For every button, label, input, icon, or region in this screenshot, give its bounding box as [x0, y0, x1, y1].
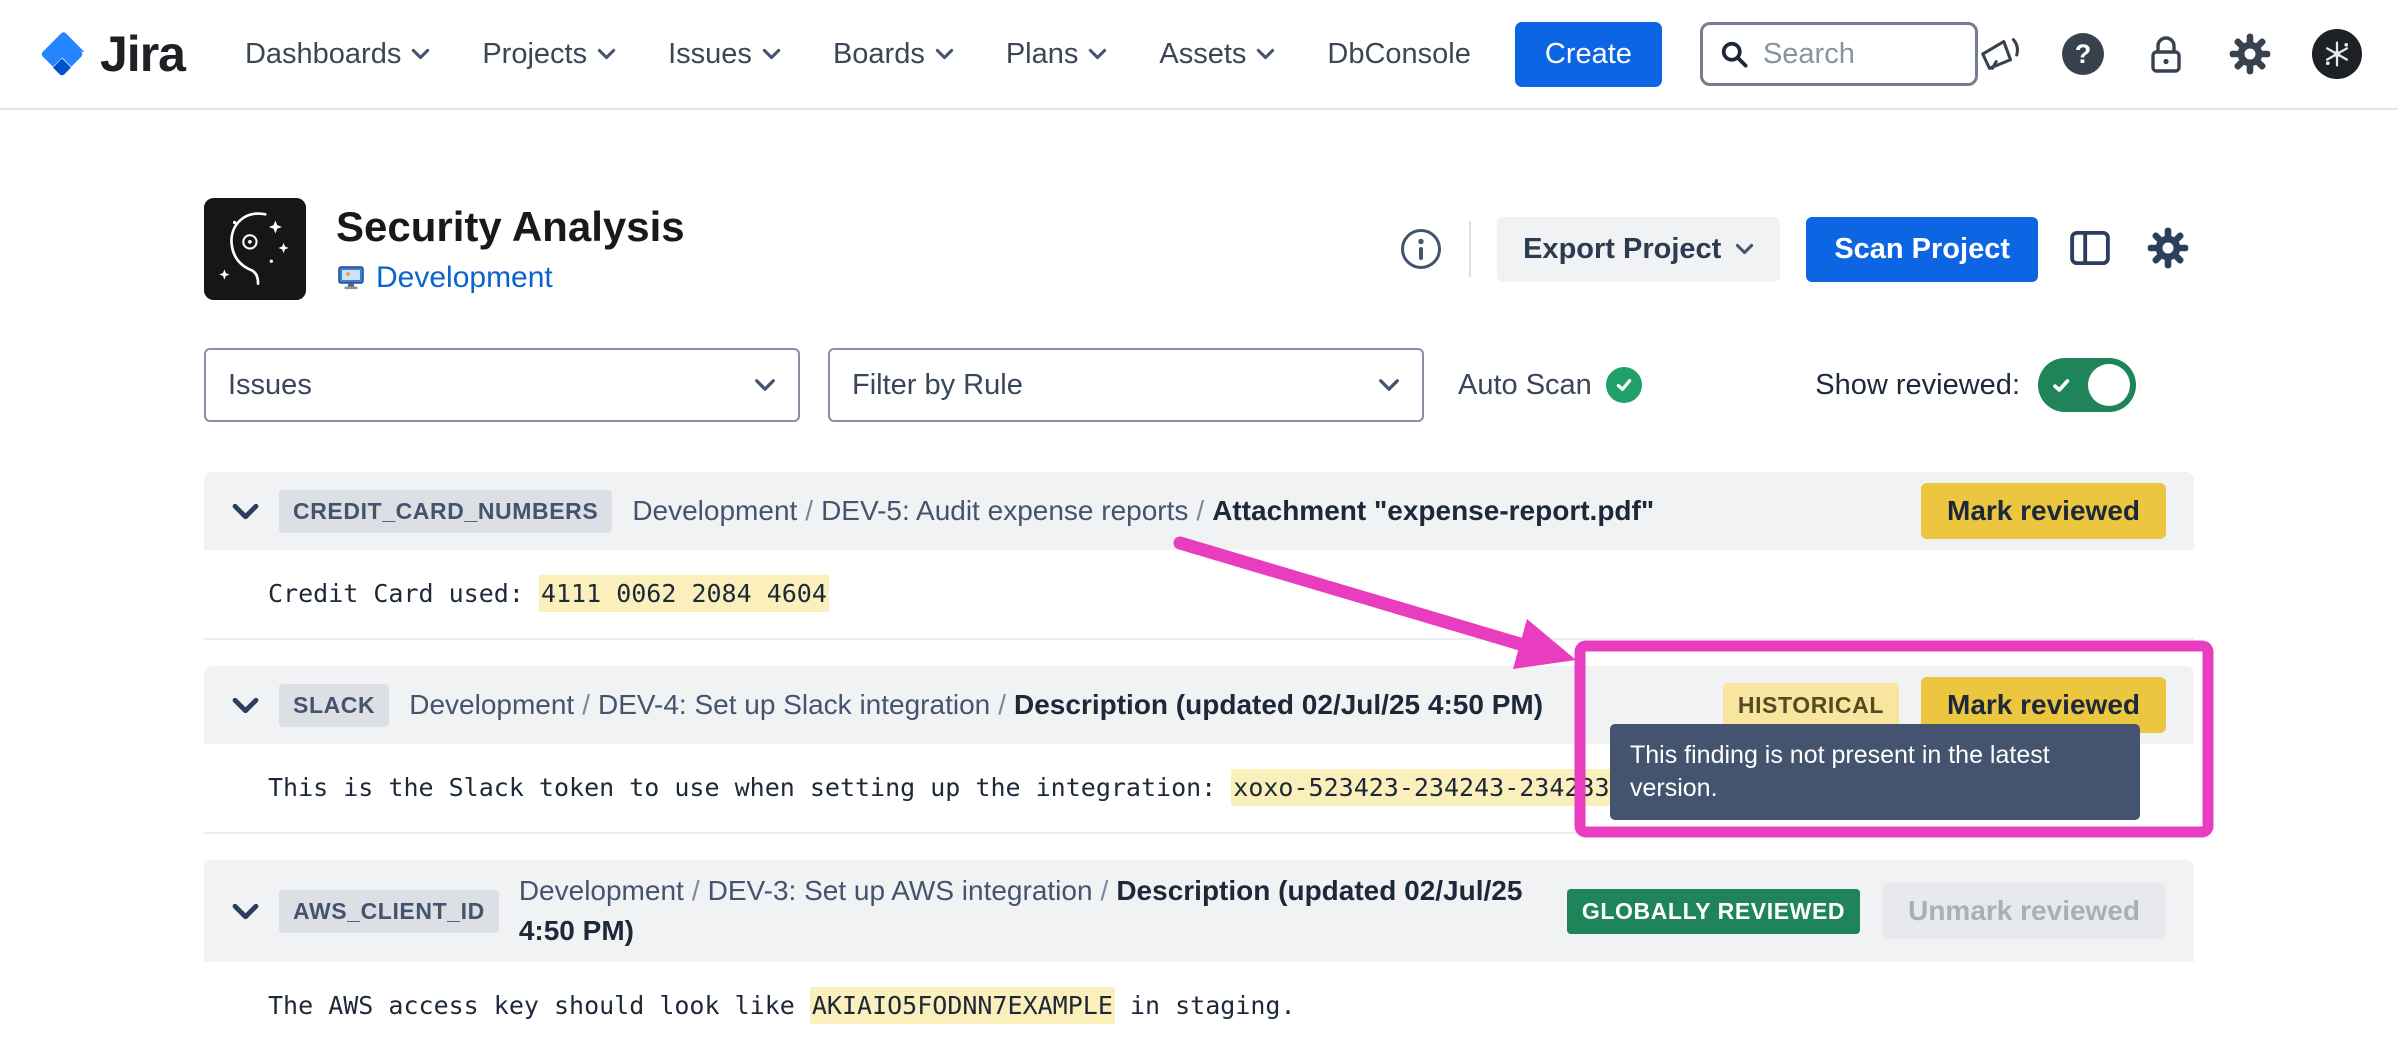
lock-icon[interactable] — [2144, 32, 2188, 76]
show-reviewed-control: Show reviewed: — [1815, 358, 2194, 412]
chevron-down-icon — [754, 378, 776, 392]
help-icon[interactable]: ? — [2062, 33, 2104, 75]
project-meta: Security Analysis Development — [336, 203, 685, 295]
finding-header: CREDIT_CARD_NUMBERS Development/DEV-5: A… — [204, 472, 2194, 550]
jira-logo-icon — [36, 28, 88, 80]
breadcrumb-project[interactable]: Development — [409, 689, 574, 720]
secret-highlight: 4111 0062 2084 4604 — [539, 575, 829, 612]
nav-item-boards[interactable]: Boards — [833, 38, 954, 71]
chevron-down-icon — [1735, 243, 1754, 255]
announcements-icon[interactable] — [1978, 32, 2022, 76]
collapse-chevron-icon[interactable] — [232, 697, 259, 714]
topbar: Jira Dashboards Projects Issues Boards P… — [0, 0, 2398, 110]
project-avatar — [204, 198, 306, 300]
auto-scan-check-icon — [1606, 367, 1642, 403]
rule-filter-select[interactable]: Filter by Rule — [828, 348, 1424, 422]
avatar-pattern-icon — [2320, 37, 2354, 71]
show-reviewed-label: Show reviewed: — [1815, 369, 2020, 402]
finding-group-aws: AWS_CLIENT_ID Development/DEV-3: Set up … — [204, 860, 2194, 1038]
breadcrumb-issue[interactable]: DEV-5: Audit expense reports — [821, 495, 1188, 526]
rule-badge: SLACK — [279, 684, 389, 727]
chevron-down-icon — [762, 48, 781, 60]
header-actions: Export Project Scan Project — [1399, 217, 2194, 282]
chevron-down-icon — [1256, 48, 1275, 60]
details-panel-button[interactable] — [2064, 222, 2116, 277]
nav-item-plans[interactable]: Plans — [1006, 38, 1108, 71]
secret-highlight: xoxo-523423-234243-234233-e — [1231, 769, 1641, 806]
project-link[interactable]: Development — [376, 261, 553, 295]
nav-item-dbconsole[interactable]: DbConsole — [1327, 38, 1470, 71]
toggle-knob — [2088, 364, 2130, 406]
mark-reviewed-button[interactable]: Mark reviewed — [1921, 483, 2166, 539]
board-settings-button[interactable] — [2142, 222, 2194, 277]
info-icon[interactable] — [1399, 227, 1443, 271]
finding-content: The AWS access key should look like AKIA… — [204, 962, 2194, 1038]
historical-badge: HISTORICAL — [1723, 683, 1899, 728]
collapse-chevron-icon[interactable] — [232, 503, 259, 520]
chevron-down-icon — [411, 48, 430, 60]
scan-project-button[interactable]: Scan Project — [1806, 217, 2038, 282]
gear-icon — [2146, 226, 2190, 270]
chevron-down-icon — [597, 48, 616, 60]
breadcrumb-issue[interactable]: DEV-4: Set up Slack integration — [598, 689, 990, 720]
collapse-chevron-icon[interactable] — [232, 903, 259, 920]
search-input[interactable] — [1761, 37, 1959, 72]
main-nav: Dashboards Projects Issues Boards Plans … — [245, 38, 1471, 71]
historical-tooltip: This finding is not present in the lates… — [1610, 724, 2140, 820]
breadcrumb-location: Description (updated 02/Jul/25 4:50 PM) — [1014, 689, 1543, 720]
nav-item-projects[interactable]: Projects — [482, 38, 616, 71]
rule-badge: AWS_CLIENT_ID — [279, 890, 499, 933]
chevron-down-icon — [1088, 48, 1107, 60]
auto-scan-status[interactable]: Auto Scan — [1458, 367, 1642, 403]
breadcrumb: Development/DEV-3: Set up AWS integratio… — [519, 871, 1547, 951]
user-avatar[interactable] — [2312, 29, 2362, 79]
topbar-icons: ? — [1978, 29, 2362, 79]
project-icon — [336, 263, 366, 293]
jira-logo[interactable]: Jira — [36, 25, 185, 83]
finding-header: AWS_CLIENT_ID Development/DEV-3: Set up … — [204, 860, 2194, 962]
breadcrumb-project[interactable]: Development — [519, 875, 684, 906]
toggle-check-icon — [2051, 375, 2072, 396]
project-header: Security Analysis Development Ex — [204, 198, 2194, 300]
panel-icon — [2068, 226, 2112, 270]
search-icon — [1719, 39, 1749, 69]
finding-group-credit-card: CREDIT_CARD_NUMBERS Development/DEV-5: A… — [204, 472, 2194, 640]
page-title: Security Analysis — [336, 203, 685, 251]
filters-bar: Issues Filter by Rule Auto Scan Show rev… — [204, 348, 2194, 422]
finding-content: Credit Card used: 4111 0062 2084 4604 — [204, 550, 2194, 640]
main-content: Security Analysis Development Ex — [0, 198, 2398, 1038]
jira-logo-text: Jira — [100, 25, 185, 83]
rule-badge: CREDIT_CARD_NUMBERS — [279, 490, 612, 533]
create-button[interactable]: Create — [1515, 22, 1662, 87]
show-reviewed-toggle[interactable] — [2038, 358, 2136, 412]
breadcrumb: Development/DEV-5: Audit expense reports… — [632, 491, 1901, 531]
chevron-down-icon — [1378, 378, 1400, 392]
nav-item-issues[interactable]: Issues — [668, 38, 781, 71]
breadcrumb-location: Attachment "expense-report.pdf" — [1212, 495, 1654, 526]
search-box[interactable] — [1700, 22, 1978, 86]
globally-reviewed-badge: GLOBALLY REVIEWED — [1567, 889, 1860, 934]
secret-highlight: AKIAIO5FODNN7EXAMPLE — [810, 987, 1115, 1024]
unmark-reviewed-button[interactable]: Unmark reviewed — [1882, 883, 2166, 939]
chevron-down-icon — [935, 48, 954, 60]
breadcrumb: Development/DEV-4: Set up Slack integrat… — [409, 685, 1703, 725]
nav-item-assets[interactable]: Assets — [1159, 38, 1275, 71]
issues-select[interactable]: Issues — [204, 348, 800, 422]
nav-item-dashboards[interactable]: Dashboards — [245, 38, 430, 71]
breadcrumb-project[interactable]: Development — [632, 495, 797, 526]
breadcrumb-issue[interactable]: DEV-3: Set up AWS integration — [708, 875, 1093, 906]
settings-gear-icon[interactable] — [2228, 32, 2272, 76]
divider — [1469, 221, 1471, 277]
export-project-button[interactable]: Export Project — [1497, 217, 1780, 282]
